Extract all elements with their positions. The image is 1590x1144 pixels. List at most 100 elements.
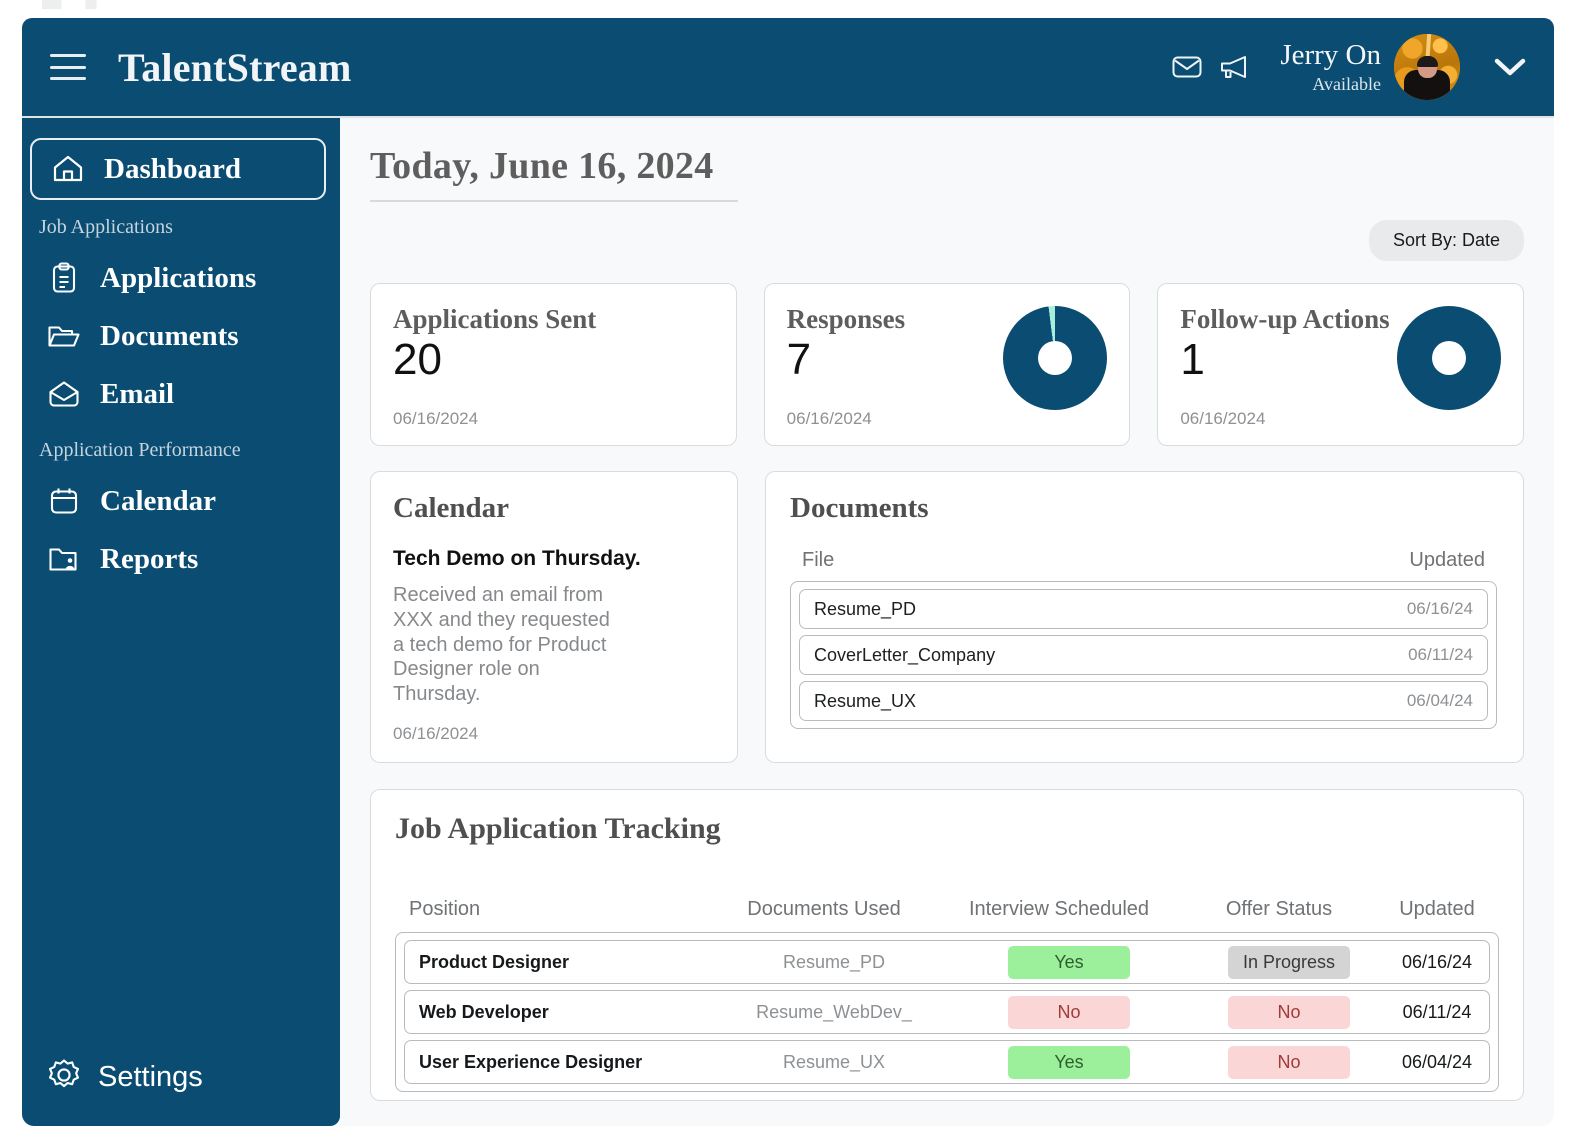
responses-donut-chart [1003,306,1108,410]
megaphone-icon[interactable] [1210,44,1256,90]
document-name: Resume_PD [814,598,917,619]
calendar-heading: Calendar [393,492,509,524]
documents-column-headers: File Updated [790,549,1497,572]
capture-artifact [42,0,112,9]
home-icon [50,151,86,187]
tracking-col-documents: Documents Used [747,898,901,920]
row-position: User Experience Designer [419,1051,643,1072]
list-item[interactable]: CoverLetter_Company 06/11/24 [799,635,1488,675]
page-title: Today, June 16, 2024 [370,144,738,202]
sidebar-item-calendar[interactable]: Calendar [22,472,340,530]
row-position: Product Designer [419,951,570,972]
document-updated: 06/11/24 [1408,645,1473,664]
sort-by-date-button[interactable]: Sort By: Date [1368,220,1524,261]
stat-date: 06/16/2024 [786,409,872,428]
stat-title: Applications Sent [393,304,597,334]
mail-icon[interactable] [1164,44,1210,90]
stat-date: 06/16/2024 [1180,409,1266,428]
calendar-event-body: Received an email from XXX and they requ… [393,584,610,706]
row-document: Resume_PD [782,951,886,972]
job-application-tracking-card: Job Application Tracking Position Docume… [370,789,1524,1101]
user-name: Jerry On [1280,39,1381,72]
row-document: Resume_UX [782,1051,886,1072]
sidebar-section-application-performance: Application Performance [39,439,241,461]
document-updated: 06/16/24 [1406,599,1473,618]
main-content: Today, June 16, 2024 Sort By: Date Appli… [340,118,1554,1126]
tracking-rows: Product Designer Resume_PD Yes In Progre… [395,932,1499,1092]
toolbar-row: Sort By: Date [370,220,1524,261]
stat-card-responses: Responses 7 06/16/2024 [763,283,1131,446]
sidebar-section-job-applications: Job Applications [39,216,173,238]
document-name: Resume_UX [814,690,917,711]
table-row[interactable]: User Experience Designer Resume_UX Yes N… [404,1040,1490,1084]
sidebar-item-label: Calendar [100,484,216,517]
mid-row: Calendar Tech Demo on Thursday. Received… [370,471,1524,763]
status-badge-interview: No [1008,995,1130,1029]
documents-col-updated: Updated [1409,549,1485,571]
sidebar-item-label: Applications [100,261,257,294]
app-window: TalentStream Jerry On Available Dashboar… [22,18,1554,1126]
followup-donut-chart [1396,306,1501,410]
sidebar-item-applications[interactable]: Applications [22,249,340,307]
sidebar-item-email[interactable]: Email [22,365,340,423]
documents-heading: Documents [790,492,929,524]
sidebar-item-reports[interactable]: Reports [22,530,340,588]
tracking-col-updated: Updated [1399,898,1475,920]
sidebar-item-label: Documents [100,319,239,352]
user-status: Available [1312,73,1381,94]
tracking-col-position: Position [409,898,481,920]
sidebar-item-label: Email [100,377,175,410]
chevron-down-icon[interactable] [1488,45,1532,89]
status-badge-offer: In Progress [1228,945,1350,979]
stat-cards-row: Applications Sent 20 06/16/2024 Response… [370,283,1524,446]
avatar[interactable] [1394,34,1460,100]
user-profile-block[interactable]: Jerry On Available [1280,39,1381,94]
sidebar-item-dashboard[interactable]: Dashboard [30,138,326,200]
documents-card: Documents File Updated Resume_PD 06/16/2… [765,471,1524,763]
status-badge-offer: No [1228,995,1350,1029]
table-row[interactable]: Web Developer Resume_WebDev_ No No 06/11… [404,990,1490,1034]
topbar-right-cluster: Jerry On Available [1164,34,1532,100]
stat-card-applications-sent: Applications Sent 20 06/16/2024 [370,283,737,446]
hamburger-menu-icon[interactable] [50,54,86,80]
sidebar-item-label: Reports [100,542,199,575]
tracking-col-offer: Offer Status [1225,898,1333,920]
envelope-icon [46,376,82,412]
row-document: Resume_WebDev_ [756,1001,912,1022]
tracking-column-headers: Position Documents Used Interview Schedu… [395,898,1499,921]
list-item[interactable]: Resume_UX 06/04/24 [799,681,1488,721]
row-position: Web Developer [419,1001,549,1022]
row-updated: 06/16/24 [1401,951,1473,972]
sidebar-item-label: Dashboard [104,152,241,185]
row-updated: 06/11/24 [1402,1001,1472,1022]
calendar-card: Calendar Tech Demo on Thursday. Received… [370,471,738,763]
top-navigation-bar: TalentStream Jerry On Available [22,18,1554,118]
table-row[interactable]: Product Designer Resume_PD Yes In Progre… [404,940,1490,984]
stat-card-followup-actions: Follow-up Actions 1 06/16/2024 [1157,283,1524,446]
documents-list: Resume_PD 06/16/24 CoverLetter_Company 0… [790,581,1497,729]
tracking-col-interview: Interview Scheduled [968,898,1150,920]
status-badge-interview: Yes [1008,945,1130,979]
row-updated: 06/04/24 [1401,1051,1473,1072]
folder-user-icon [46,541,82,577]
app-body: Dashboard Job Applications Applications [22,118,1554,1126]
calendar-date: 06/16/2024 [393,724,479,743]
stat-date: 06/16/2024 [393,409,479,428]
list-item[interactable]: Resume_PD 06/16/24 [799,589,1488,629]
document-name: CoverLetter_Company [814,644,996,665]
status-badge-offer: No [1228,1045,1350,1079]
calendar-event-title: Tech Demo on Thursday. [393,547,641,570]
clipboard-icon [46,260,82,296]
tracking-heading: Job Application Tracking [395,812,721,845]
folder-icon [46,318,82,354]
sidebar-item-documents[interactable]: Documents [22,307,340,365]
document-updated: 06/04/24 [1406,691,1473,710]
stat-value: 20 [393,335,442,384]
status-badge-interview: Yes [1008,1045,1130,1079]
documents-col-file: File [802,549,835,571]
sidebar-navigation: Dashboard Job Applications Applications [22,118,340,1126]
app-brand-title: TalentStream [118,44,352,90]
sidebar-item-label: Settings [98,1061,203,1093]
gear-icon [46,1057,82,1098]
sidebar-item-settings[interactable]: Settings [22,1057,340,1098]
